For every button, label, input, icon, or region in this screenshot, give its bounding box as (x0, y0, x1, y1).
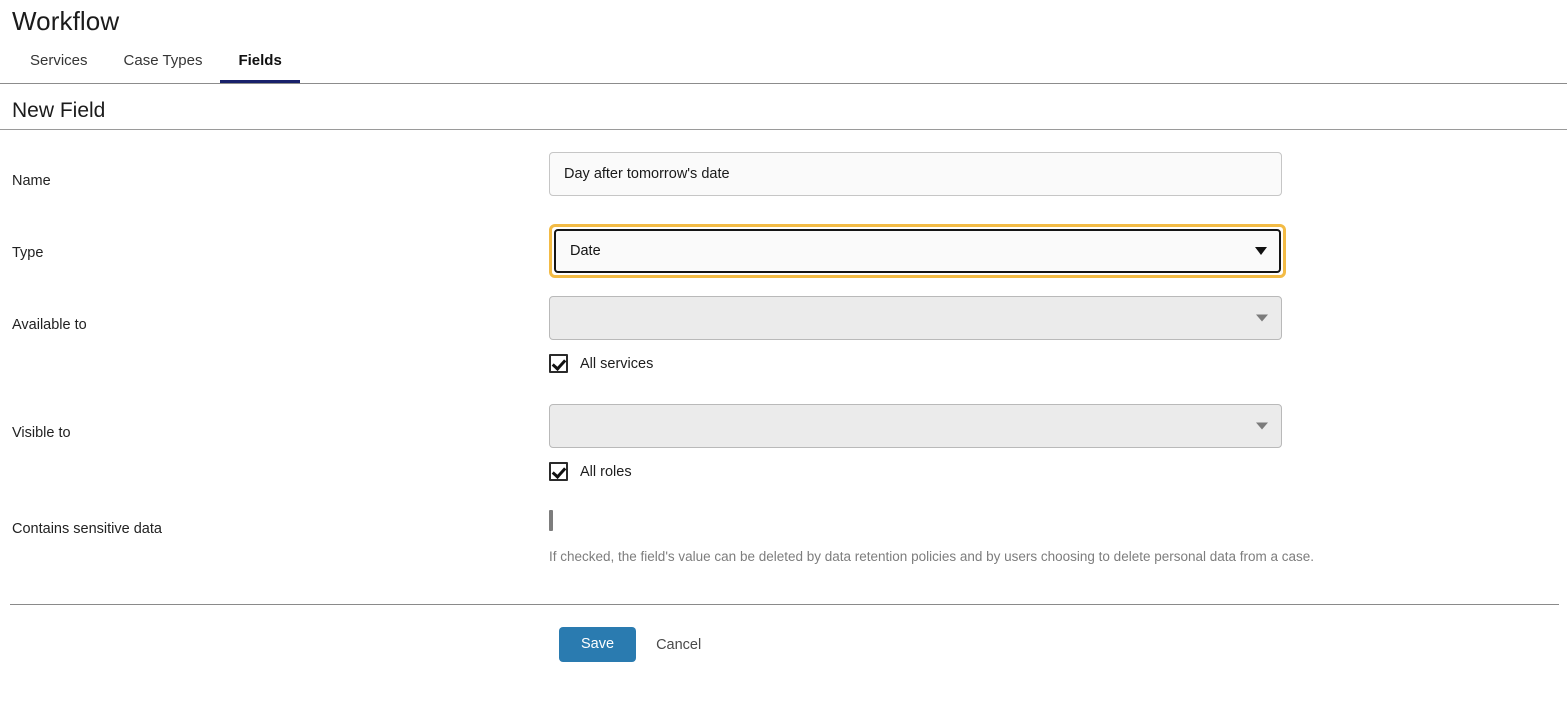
type-control: Date (549, 224, 1567, 278)
all-services-checkbox-row[interactable]: All services (549, 354, 1567, 373)
all-roles-checkbox-row[interactable]: All roles (549, 462, 1567, 481)
type-select-box[interactable]: Date (554, 229, 1281, 273)
sensitive-data-label: Contains sensitive data (12, 521, 162, 537)
form-row-type: Type Date (0, 224, 1567, 296)
form-actions: Save Cancel (0, 605, 1567, 662)
available-to-control: All services (549, 296, 1567, 373)
visible-to-label: Visible to (12, 425, 71, 441)
available-to-label: Available to (12, 317, 87, 333)
form-row-available-to: Available to All services (0, 296, 1567, 404)
new-field-form: Name Type Date Available to (0, 130, 1567, 604)
chevron-down-icon (1256, 314, 1268, 322)
sensitive-data-help: If checked, the field's value can be del… (549, 549, 1315, 564)
sensitive-data-checkbox[interactable] (549, 510, 553, 531)
available-to-select (549, 296, 1282, 340)
name-input[interactable] (549, 152, 1282, 196)
tab-fields[interactable]: Fields (220, 48, 301, 83)
form-row-name: Name (0, 152, 1567, 224)
available-to-select-box (549, 296, 1282, 340)
all-roles-label: All roles (580, 463, 632, 480)
all-roles-checkbox[interactable] (549, 462, 568, 481)
form-row-sensitive-data: Contains sensitive data If checked, the … (0, 510, 1567, 604)
type-label: Type (12, 245, 44, 261)
visible-to-select-box (549, 404, 1282, 448)
tab-case-types[interactable]: Case Types (106, 48, 221, 81)
tab-services[interactable]: Services (12, 48, 106, 81)
visible-to-select (549, 404, 1282, 448)
name-label: Name (12, 173, 51, 189)
name-control (549, 152, 1567, 196)
section-heading: New Field (0, 84, 1567, 130)
chevron-down-icon (1255, 247, 1267, 255)
chevron-down-icon (1256, 422, 1268, 430)
sensitive-data-control: If checked, the field's value can be del… (549, 510, 1567, 566)
tab-services-label: Services (30, 52, 88, 69)
tab-case-types-label: Case Types (123, 52, 203, 69)
visible-to-control: All roles (549, 404, 1567, 481)
type-select[interactable]: Date (549, 224, 1286, 278)
tab-fields-label: Fields (238, 52, 282, 69)
save-button[interactable]: Save (559, 627, 637, 662)
cancel-button[interactable]: Cancel (656, 637, 701, 653)
type-select-value: Date (570, 243, 601, 259)
page-title: Workflow (12, 6, 120, 36)
all-services-label: All services (580, 355, 654, 372)
all-services-checkbox[interactable] (549, 354, 568, 373)
tab-bar: Services Case Types Fields (0, 48, 1567, 84)
form-row-visible-to: Visible to All roles (0, 404, 1567, 512)
